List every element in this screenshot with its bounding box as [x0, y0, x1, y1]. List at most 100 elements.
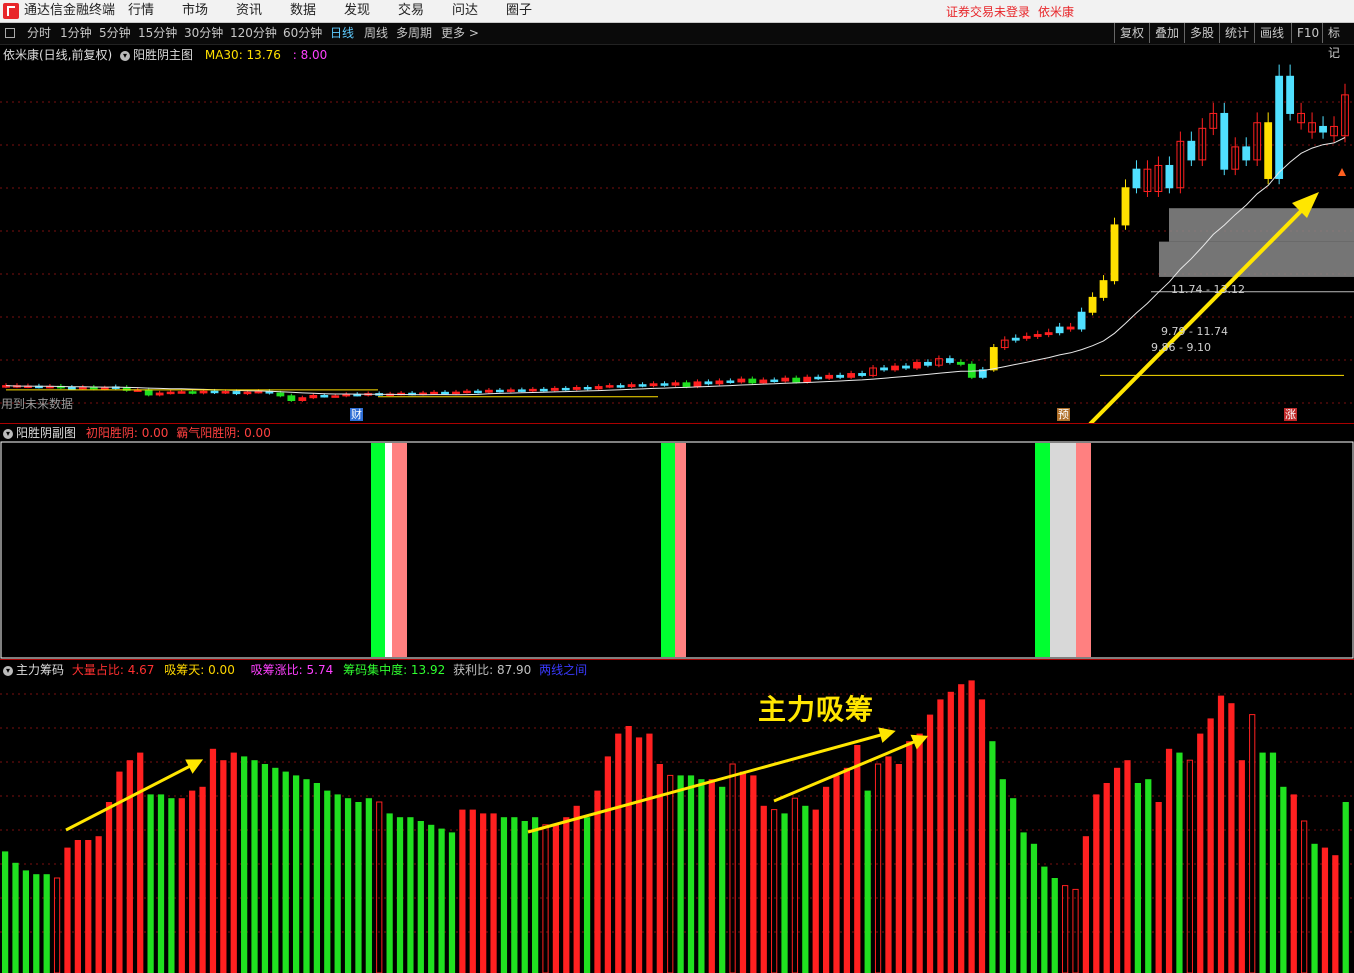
f10-button[interactable]: F10 [1291, 23, 1324, 43]
period-tab-intraday[interactable]: 分时 [27, 25, 51, 41]
chip-bar [459, 809, 466, 973]
period-tab-1min[interactable]: 1分钟 [60, 25, 92, 41]
yang-sheng-yin-subchart[interactable] [0, 440, 1354, 660]
main-indicator-name[interactable]: 阳胜阴主图 [133, 48, 193, 62]
candle-body [1033, 334, 1042, 337]
menu-item-data[interactable]: 数据 [290, 2, 316, 20]
chip-bar [771, 809, 778, 973]
period-tab-30min[interactable]: 30分钟 [184, 25, 223, 41]
candle-body [561, 387, 570, 391]
candle-body [1264, 122, 1273, 179]
candle-body [616, 385, 625, 388]
stats-button[interactable]: 统计 [1219, 23, 1254, 43]
menu-item-news[interactable]: 资讯 [236, 2, 262, 20]
marker-finance[interactable]: 财 [350, 408, 363, 421]
chip-bar [355, 802, 362, 973]
candle-body [309, 394, 318, 399]
menu-item-market[interactable]: 市场 [182, 2, 208, 20]
candle-body [1088, 296, 1097, 313]
chip-bar [750, 775, 757, 973]
chip-bar [43, 874, 50, 973]
chip-bar [1062, 885, 1069, 973]
chip-bar [947, 691, 954, 973]
candle-body [1099, 280, 1108, 298]
period-tab-weekly[interactable]: 周线 [364, 25, 388, 41]
candle-body [880, 367, 888, 371]
candle-body [649, 383, 658, 387]
collapse-arrow-icon[interactable]: ▾ [120, 50, 131, 61]
candle-body [682, 382, 691, 388]
candle-body [660, 383, 669, 386]
candle-body [474, 390, 482, 394]
chip-bar [407, 817, 414, 973]
candle-body [188, 391, 197, 394]
candle-body [715, 380, 724, 385]
period-tab-120min[interactable]: 120分钟 [230, 25, 277, 41]
candle-body [331, 395, 340, 398]
chip-bar [812, 809, 819, 973]
menu-item-trade[interactable]: 交易 [398, 2, 424, 20]
period-tab-daily[interactable]: 日线 [330, 25, 354, 41]
menu-item-quotes[interactable]: 行情 [128, 2, 154, 20]
candle-body [495, 389, 504, 393]
candlestick-chart[interactable] [0, 62, 1354, 424]
overlay-button[interactable]: 叠加 [1149, 23, 1184, 43]
mark-button[interactable]: 标记 [1322, 23, 1354, 60]
chip-bar [251, 760, 258, 973]
candle-body [276, 392, 285, 397]
marker-forecast[interactable]: 预 [1057, 408, 1070, 421]
draw-line-button[interactable]: 画线 [1254, 23, 1289, 43]
chip-bar [241, 756, 248, 973]
period-tab-multi[interactable]: 多周期 [396, 25, 432, 41]
chip-bar [344, 798, 352, 973]
chip-bar [22, 870, 30, 973]
candle-body [924, 361, 932, 366]
chip-bar [1176, 752, 1183, 973]
chip-bar [376, 801, 383, 973]
sub-panel-1-header: ▾ 阳胜阴副图 初阳胜阴: 0.00 霸气阳胜阴: 0.00 [3, 424, 271, 441]
sub-panel-2-title[interactable]: 主力筹码 [16, 663, 64, 677]
chip-bar [552, 824, 560, 973]
chip-bar [615, 733, 622, 973]
sub-panel-1-title[interactable]: 阳胜阴副图 [16, 426, 76, 440]
candle-body [814, 376, 823, 380]
collapse-arrow-icon[interactable]: ▾ [3, 428, 13, 439]
period-toolbar: 分时 1分钟 5分钟 15分钟 30分钟 120分钟 60分钟 日线 周线 多周… [0, 23, 1354, 60]
candle-body [254, 390, 263, 394]
candle-body [792, 377, 801, 383]
period-tab-more[interactable]: 更多 > [441, 25, 479, 41]
candle-body [1220, 112, 1229, 170]
menu-item-discover[interactable]: 发现 [344, 2, 370, 20]
period-tab-15min[interactable]: 15分钟 [138, 25, 177, 41]
menu-item-circle[interactable]: 圈子 [506, 2, 532, 20]
candle-body [825, 374, 834, 379]
chip-bar [625, 726, 632, 973]
chip-bar [1269, 752, 1277, 973]
chip-bar [168, 798, 175, 973]
period-tab-60min[interactable]: 60分钟 [283, 25, 322, 41]
chip-bar [105, 802, 113, 973]
login-notice[interactable]: 证券交易未登录 [946, 3, 1030, 20]
chip-bar [220, 760, 227, 973]
period-tab-5min[interactable]: 5分钟 [99, 25, 131, 41]
signal-bar [1076, 443, 1091, 657]
ma30-value: MA30: 13.76 [204, 48, 281, 62]
future-data-note: 用到未来数据 [1, 397, 74, 411]
chip-bar [2, 851, 9, 973]
layout-toggle-icon[interactable] [5, 28, 15, 38]
multi-stock-button[interactable]: 多股 [1184, 23, 1219, 43]
candle-body [155, 392, 164, 396]
chip-distribution-chart[interactable] [0, 676, 1354, 973]
marker-limit-up[interactable]: 涨 [1284, 408, 1297, 421]
chip-bar [1072, 888, 1079, 973]
candle-body [770, 379, 779, 383]
chip-bar [1113, 767, 1121, 973]
candle-body [243, 391, 252, 395]
menu-item-ask[interactable]: 问达 [452, 2, 478, 20]
candle-body [989, 347, 998, 371]
candle-body [78, 386, 87, 390]
adjust-button[interactable]: 复权 [1114, 23, 1149, 43]
chip-bar [157, 794, 165, 973]
collapse-arrow-icon[interactable]: ▾ [3, 665, 13, 676]
signal-bar [675, 443, 686, 657]
